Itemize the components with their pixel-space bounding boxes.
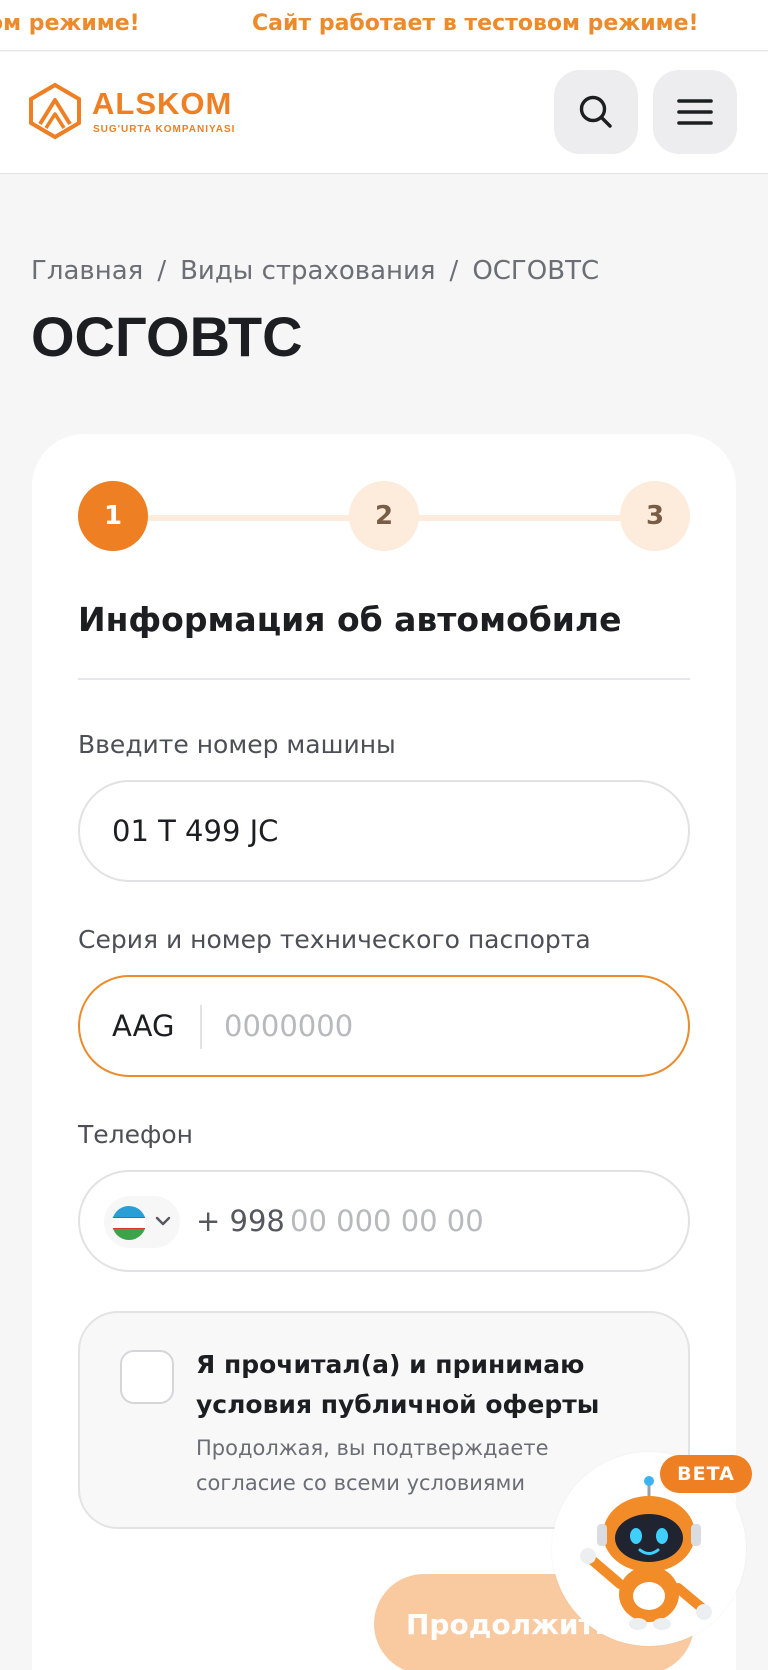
site-header: ALSKOM SUG'URTA KOMPANIYASI [0,52,768,174]
ticker-text: ом режиме! [0,11,140,36]
consent-checkbox[interactable] [120,1350,174,1404]
search-icon [579,95,612,128]
ticker-text: Сайт работает в тестовом режиме! [252,11,699,36]
step-1: 1 [78,481,148,551]
tech-passport-label: Серия и номер технического паспорта [78,925,591,954]
breadcrumb-separator: / [449,256,459,286]
menu-button[interactable] [653,70,737,154]
logo-subtitle: SUG'URTA KOMPANIYASI [93,124,236,135]
logo-name: ALSKOM [92,86,233,121]
beta-badge: BETA [660,1455,752,1493]
car-number-input[interactable]: 01 T 499 JC [78,780,690,882]
tech-passport-number-placeholder[interactable]: 0000000 [224,1009,353,1043]
uzbekistan-flag-icon [112,1206,146,1240]
alskom-logo[interactable]: ALSKOM SUG'URTA KOMPANIYASI [28,82,268,142]
input-separator [200,1005,202,1049]
breadcrumb-home[interactable]: Главная [31,256,143,286]
tech-passport-series[interactable]: AAG [112,1009,174,1043]
car-number-label: Введите номер машины [78,730,396,759]
breadcrumb-current: ОСГОВТС [472,256,600,286]
phone-label: Телефон [78,1120,194,1149]
section-divider [78,678,690,680]
country-selector[interactable] [104,1196,180,1248]
car-number-value: 01 T 499 JC [112,814,279,848]
breadcrumb-separator: / [157,256,167,286]
step-2: 2 [349,481,419,551]
step-3: 3 [620,481,690,551]
phone-placeholder[interactable]: 00 000 00 00 [290,1204,484,1238]
hamburger-menu-icon [677,99,713,125]
alskom-logo-icon [29,82,81,140]
breadcrumb: Главная / Виды страхования / ОСГОВТС [31,256,599,286]
phone-input[interactable]: + 998 00 000 00 00 [78,1170,690,1272]
page-title: ОСГОВТС [31,305,303,368]
breadcrumb-insurance-types[interactable]: Виды страхования [180,256,435,286]
phone-country-code: + 998 [196,1204,285,1238]
chevron-down-icon [155,1216,171,1226]
consent-title: Я прочитал(а) и принимаю условия публичн… [196,1350,600,1419]
section-title: Информация об автомобиле [78,600,622,639]
test-mode-ticker: ом режиме! Сайт работает в тестовом режи… [0,0,768,51]
tech-passport-input[interactable]: AAG 0000000 [78,975,690,1077]
search-button[interactable] [554,70,638,154]
